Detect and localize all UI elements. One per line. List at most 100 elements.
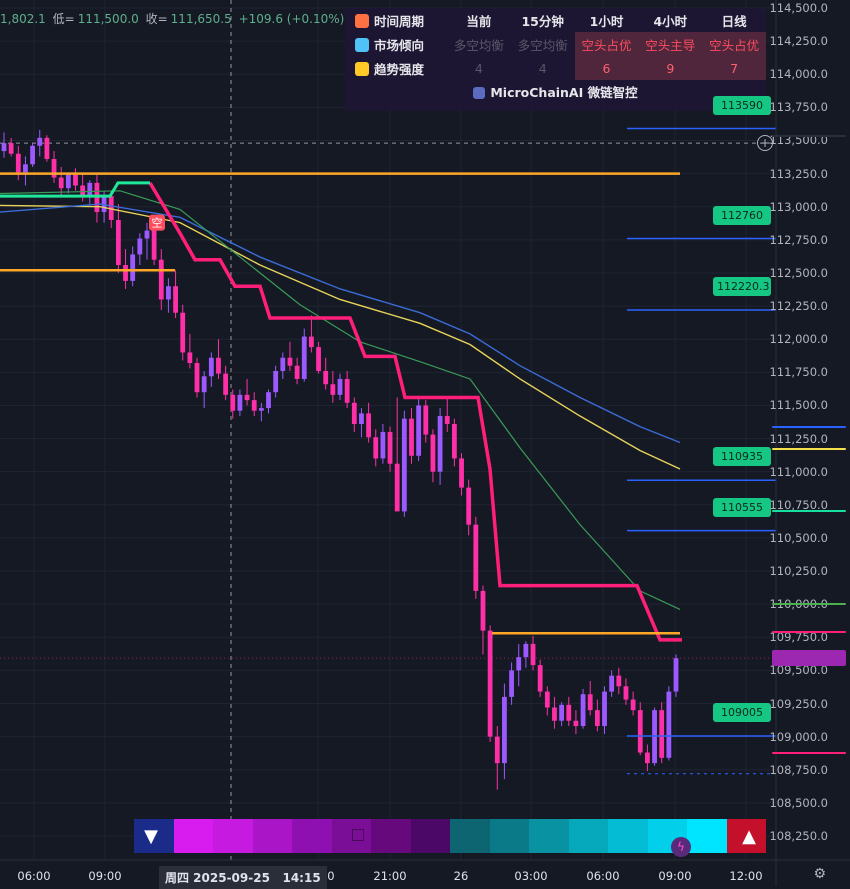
candle-62 [444,416,450,424]
candle-84 [602,691,607,727]
candle-45 [323,370,329,385]
price-tag-4 [772,602,846,605]
time-tick-5: 03:00 [514,869,548,883]
ohlc-partial: 1,802.1 [0,12,46,26]
candle-65 [466,487,472,525]
header-current: 当前 [466,13,492,29]
ohlc-low: 111,500.0 [77,12,139,26]
price-tag-5 [772,631,846,634]
candle-1 [8,143,14,154]
candle-26 [187,352,193,364]
bull-bear-icon [355,37,369,52]
target-label-3: 110935 [713,447,771,467]
candle-35 [251,400,257,411]
candle-3 [23,164,28,173]
candle-24 [173,286,178,313]
price-tick-24: 114,250.0 [769,34,828,49]
price-tag-7 [772,751,846,754]
time-tick-6: 06:00 [586,869,620,883]
gear-icon[interactable]: ⚙ [813,866,826,882]
price-chart[interactable]: 空 [0,0,850,886]
price-tick-19: 113,000.0 [769,199,828,214]
price-tag-1 [772,426,846,429]
candle-92 [659,710,665,758]
candle-53 [380,431,386,459]
candle-43 [309,336,314,348]
candle-64 [459,458,464,488]
strength-current: 4 [474,60,483,76]
candle-17 [123,265,128,281]
candle-46 [330,384,336,395]
ohlc-close: 111,650.5 [170,12,232,26]
time-tick-8: 12:00 [729,869,763,883]
candle-88 [630,699,636,711]
candle-89 [637,710,643,753]
candle-61 [437,416,443,472]
time-tick-7: 09:00 [658,869,692,883]
header-1h: 1小时 [589,13,624,29]
candle-8 [58,177,64,189]
header-daily: 日线 [721,13,747,29]
time-tick-1: 09:00 [88,869,122,883]
lightning-icon[interactable]: ϟ [671,837,691,857]
candle-79 [566,704,572,721]
target-label-1: 112760 [713,205,771,225]
candle-67 [480,590,486,631]
price-tick-12: 111,250.0 [769,431,828,446]
candle-28 [201,376,207,393]
candle-51 [366,413,371,438]
bias-4h: 空头主导 [638,32,703,56]
candle-6 [44,137,50,160]
price-tag-0 [772,135,846,138]
add-alert-icon[interactable]: + [757,135,773,152]
candle-52 [373,437,379,459]
price-tag-6 [772,650,846,667]
candle-42 [301,336,307,379]
candle-11 [80,185,86,197]
candle-71 [509,670,514,697]
candle-39 [280,357,286,371]
time-tick-0: 06:00 [17,869,51,883]
candle-21 [151,230,157,260]
candle-36 [258,408,264,411]
candle-72 [516,657,522,671]
candle-68 [487,630,493,737]
candle-25 [180,312,186,353]
candle-74 [530,643,536,666]
short-marker-label: 空 [152,216,163,230]
candle-48 [344,378,350,403]
candle-18 [130,254,136,281]
candle-55 [394,463,400,512]
candle-66 [473,524,479,591]
price-tick-25: 114,500.0 [769,1,828,15]
price-tick-18: 112,750.0 [769,232,828,247]
price-tick-13: 111,500.0 [769,398,828,413]
candle-12 [87,182,93,197]
price-tick-2: 108,750.0 [769,762,828,777]
candle-2 [15,153,21,173]
price-tick-15: 112,000.0 [769,332,828,347]
candle-70 [502,696,507,764]
ohlc-close-label: 收= [145,12,168,26]
candle-73 [523,643,529,658]
target-label-4: 110555 [713,497,771,517]
candle-16 [115,219,121,266]
price-tick-1: 108,500.0 [769,795,828,810]
candle-93 [666,691,672,758]
bearish-arrow-icon: ▼ [134,819,168,853]
price-tick-0: 108,250.0 [769,829,828,843]
price-tick-9: 110,500.0 [769,530,828,545]
candle-94 [673,658,679,692]
candle-75 [537,665,543,692]
strip-marker-icon [352,829,364,841]
strength-4h: 9 [638,56,703,80]
candle-63 [451,423,457,459]
candle-23 [166,286,171,300]
strength-1h: 6 [574,56,639,80]
bias-15m: 多空均衡 [517,37,568,53]
strength-15m: 4 [538,60,547,76]
candle-0 [1,143,7,152]
bar-chart-icon [473,87,486,99]
candle-22 [158,259,164,300]
strength-daily: 7 [702,56,766,80]
